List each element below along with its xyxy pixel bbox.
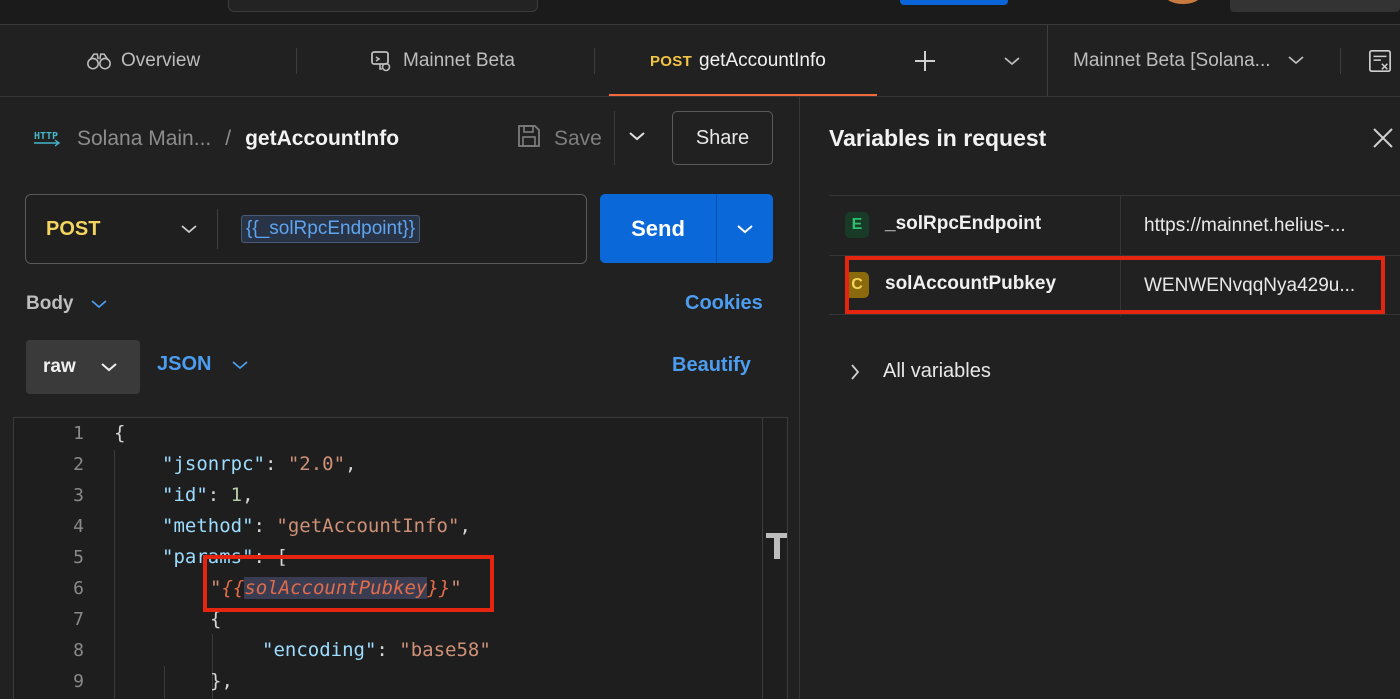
text-cursor-icon: [766, 533, 787, 559]
indent-guide: [164, 666, 165, 699]
send-button[interactable]: Send: [600, 194, 773, 263]
top-action-button[interactable]: [900, 0, 1008, 5]
save-options-button[interactable]: [614, 111, 658, 165]
body-tab[interactable]: Body: [26, 293, 108, 315]
chevron-down-icon: [232, 360, 249, 369]
method-select[interactable]: POST: [46, 195, 216, 263]
environment-selector[interactable]: Mainnet Beta [Solana...: [1073, 25, 1305, 97]
indent-guide: [114, 450, 115, 699]
line-number: 4: [73, 516, 84, 537]
share-label: Share: [695, 126, 750, 149]
line-number: 7: [73, 609, 84, 630]
variable-value[interactable]: https://mainnet.helius-...: [1144, 215, 1346, 237]
share-button[interactable]: Share: [672, 111, 773, 165]
tab-divider: [1340, 48, 1341, 74]
breadcrumb-separator: /: [225, 127, 232, 150]
tab-mainnet-beta[interactable]: Mainnet Beta: [369, 25, 515, 97]
environment-quick-look-button[interactable]: [1368, 25, 1392, 97]
body-format-select[interactable]: JSON: [157, 353, 249, 376]
chevron-down-icon: [1287, 50, 1305, 72]
tab-mainnet-label: Mainnet Beta: [403, 50, 515, 71]
svg-text:HTTP: HTTP: [34, 131, 58, 142]
chevron-right-icon: [851, 363, 860, 380]
code-line: "encoding": "base58": [262, 639, 491, 661]
body-mode-label: raw: [43, 356, 76, 377]
variable-row[interactable]: E _solRpcEndpoint https://mainnet.helius…: [829, 195, 1400, 256]
tab-getaccountinfo-label: getAccountInfo: [699, 50, 826, 71]
editor-scrollbar[interactable]: [762, 418, 763, 699]
tab-getaccountinfo[interactable]: POST getAccountInfo: [650, 25, 826, 97]
beautify-link[interactable]: Beautify: [672, 354, 751, 377]
avatar[interactable]: [1165, 0, 1201, 4]
request-title[interactable]: getAccountInfo: [245, 127, 399, 151]
top-right-button[interactable]: [1230, 0, 1400, 12]
save-button[interactable]: Save: [516, 123, 602, 155]
tab-overview[interactable]: Overview: [87, 25, 200, 97]
send-label: Send: [631, 215, 685, 241]
code-line: "id": 1,: [162, 484, 254, 506]
code-line: "method": "getAccountInfo",: [162, 515, 471, 537]
chevron-down-icon: [101, 363, 117, 372]
body-label: Body: [26, 293, 74, 314]
chevron-down-icon: [181, 225, 197, 234]
tab-divider: [1047, 25, 1048, 97]
highlight-box-param: [203, 555, 494, 612]
variables-panel: Variables in request E _solRpcEndpoint h…: [801, 97, 1400, 699]
line-number: 3: [73, 485, 84, 506]
tab-bar: Overview Mainnet Beta POST getAccountInf…: [0, 25, 1400, 97]
url-input[interactable]: {{_solRpcEndpoint}}: [241, 215, 421, 243]
line-number: 2: [73, 454, 84, 475]
line-number: 9: [73, 671, 84, 692]
cookies-link[interactable]: Cookies: [685, 292, 763, 315]
plus-icon: [913, 49, 937, 73]
highlight-box-variable: [845, 256, 1385, 314]
variables-panel-title: Variables in request: [829, 125, 1047, 151]
active-tab-indicator: [609, 94, 877, 96]
send-options-button[interactable]: [717, 223, 773, 235]
line-number: 6: [73, 578, 84, 599]
top-bar: [0, 0, 1400, 25]
breadcrumb: HTTP Solana Main... / getAccountInfo: [33, 124, 399, 154]
variable-name: _solRpcEndpoint: [885, 213, 1042, 234]
save-icon: [516, 123, 542, 155]
breadcrumb-collection[interactable]: Solana Main...: [77, 127, 211, 151]
url-bar: POST {{_solRpcEndpoint}}: [25, 194, 587, 264]
line-number: 8: [73, 640, 84, 661]
code-line: "jsonrpc": "2.0",: [162, 453, 357, 475]
variables-icon: [1368, 49, 1392, 73]
tabs-menu-button[interactable]: [1000, 25, 1024, 97]
line-number: 1: [73, 423, 84, 444]
global-search-input[interactable]: [228, 0, 538, 12]
code-line: {: [114, 422, 126, 444]
all-variables-label: All variables: [883, 360, 991, 382]
save-label: Save: [554, 127, 602, 150]
tab-divider: [296, 48, 297, 74]
environment-badge: E: [845, 212, 869, 238]
chevron-down-icon: [737, 224, 753, 233]
body-mode-select[interactable]: raw: [26, 340, 140, 394]
tab-method-badge: POST: [650, 52, 693, 70]
binoculars-icon: [87, 49, 111, 73]
chevron-down-icon: [90, 300, 107, 309]
line-number: 5: [73, 547, 84, 568]
http-icon: HTTP: [33, 124, 63, 154]
environment-label: Mainnet Beta [Solana...: [1073, 50, 1271, 71]
code-line: },: [210, 670, 233, 692]
method-label: POST: [46, 217, 101, 240]
close-icon[interactable]: [1372, 127, 1394, 149]
all-variables-toggle[interactable]: All variables: [849, 360, 991, 383]
environment-icon: [369, 49, 393, 73]
tab-overview-label: Overview: [121, 50, 201, 71]
tab-divider: [594, 48, 595, 74]
new-tab-button[interactable]: [913, 25, 937, 97]
chevron-down-icon: [628, 129, 646, 147]
url-divider: [217, 209, 218, 249]
chevron-down-icon: [1000, 49, 1024, 73]
column-divider: [1120, 196, 1121, 256]
body-format-label: JSON: [157, 353, 212, 375]
